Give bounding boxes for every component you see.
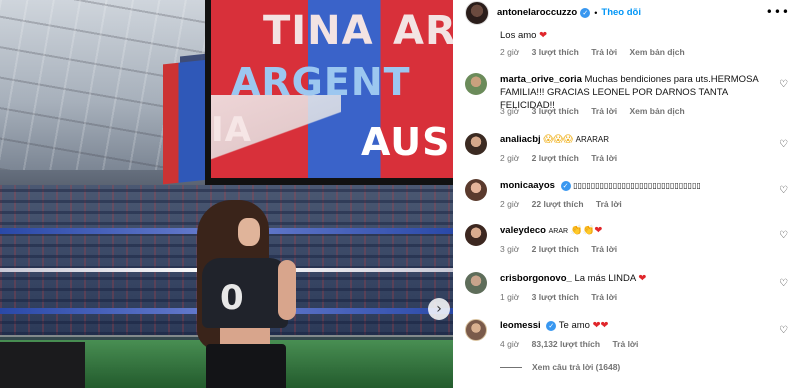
scoreboard-screen: TINA ARG ARGENT IA AUS (211, 0, 453, 178)
verified-icon: ✓ (560, 181, 571, 191)
avatar[interactable] (465, 0, 489, 25)
view-replies-button[interactable]: Xem câu trả lời (1648) (500, 362, 620, 372)
scoreboard-text: ARGENT (231, 60, 411, 104)
skirt (206, 344, 286, 388)
scoreboard: TINA ARG ARGENT IA AUS (205, 0, 453, 185)
heart-emoji: ❤❤ (592, 320, 609, 331)
comment-text: Te amo (558, 320, 590, 331)
follow-button[interactable]: Theo dõi (601, 7, 641, 18)
comments-panel: antonelaroccuzzo ✓ • Theo dõi ••• Los am… (453, 0, 800, 388)
comment-text: ARAR (548, 228, 569, 235)
jersey-number: 0 (220, 278, 244, 318)
like-heart-icon[interactable]: ♡ (779, 185, 788, 196)
comment-meta: 3 giờ 3 lượt thích Trả lời Xem bản dịch (500, 106, 695, 116)
scoreboard-text: IA (211, 110, 252, 150)
likes-count[interactable]: 83,132 lượt thích (532, 339, 600, 349)
emoji: 👏👏❤ (570, 225, 603, 236)
likes-count[interactable]: 3 lượt thích (532, 292, 579, 302)
comment-time: 3 giờ (500, 244, 520, 254)
comment-meta: 2 giờ 3 lượt thích Trả lời Xem bản dịch (500, 47, 695, 57)
reply-button[interactable]: Trả lời (591, 47, 617, 57)
comment-username[interactable]: leomessi (500, 320, 541, 331)
likes-count[interactable]: 2 lượt thích (532, 244, 579, 254)
comment-text: Los amo (500, 30, 537, 41)
avatar[interactable] (465, 133, 487, 155)
heart-emoji: ❤ (638, 273, 647, 284)
comment-body: valeydeco ARAR 👏👏❤ (500, 224, 765, 238)
comment-body: analiacbj 😱😱😱 ARARAR (500, 133, 765, 146)
reply-button[interactable]: Trả lời (591, 153, 617, 163)
comment-text: ▯▯▯▯▯▯▯▯▯▯▯▯▯▯▯▯▯▯▯▯▯▯▯▯▯▯▯▯▯ (573, 181, 701, 190)
scoreboard-text: AUS (361, 120, 451, 164)
avatar[interactable] (465, 179, 487, 201)
emoji: 😱😱😱 (543, 134, 574, 145)
comment-meta: 3 giờ 2 lượt thích Trả lời (500, 244, 627, 254)
comment-body: leomessi ✓ Te amo ❤❤ (500, 319, 765, 332)
like-heart-icon[interactable]: ♡ (779, 278, 788, 289)
like-heart-icon[interactable]: ♡ (779, 230, 788, 241)
like-heart-icon[interactable]: ♡ (779, 325, 788, 336)
more-options-icon[interactable]: ••• (766, 5, 790, 19)
comment-body: crisborgonovo_ La más LINDA ❤ (500, 272, 765, 285)
likes-count[interactable]: 3 lượt thích (532, 47, 579, 57)
comment-meta: 4 giờ 83,132 lượt thích Trả lời (500, 339, 648, 349)
verified-icon: ✓ (546, 321, 557, 331)
verified-icon: ✓ (580, 7, 591, 18)
avatar[interactable] (465, 272, 487, 294)
comment-username[interactable]: valeydeco (500, 225, 546, 236)
reply-button[interactable]: Trả lời (612, 339, 638, 349)
comment-username[interactable]: analiacbj (500, 134, 541, 145)
likes-count[interactable]: 2 lượt thích (532, 153, 579, 163)
post-author[interactable]: antonelaroccuzzo (497, 7, 577, 18)
reply-button[interactable]: Trả lời (596, 199, 622, 209)
scoreboard-text: ARG (393, 8, 453, 54)
comment-meta: 1 giờ 3 lượt thích Trả lời (500, 292, 627, 302)
divider (500, 367, 522, 369)
comment-time: 1 giờ (500, 292, 520, 302)
like-heart-icon[interactable]: ♡ (779, 79, 788, 90)
waist (220, 328, 270, 344)
translate-button[interactable]: Xem bản dịch (629, 106, 684, 116)
comment-time: 2 giờ (500, 153, 520, 163)
scoreboard-text: TINA (263, 8, 374, 54)
reply-button[interactable]: Trả lời (591, 292, 617, 302)
separator-dot: • (594, 7, 598, 18)
jersey (202, 258, 288, 328)
comment-body: monicaayos ✓ ▯▯▯▯▯▯▯▯▯▯▯▯▯▯▯▯▯▯▯▯▯▯▯▯▯▯▯… (500, 179, 765, 192)
avatar[interactable] (465, 224, 487, 246)
heart-emoji: ❤ (539, 30, 548, 41)
reply-button[interactable]: Trả lời (591, 244, 617, 254)
person-figure: 0 (192, 200, 302, 388)
comment-meta: 2 giờ 22 lượt thích Trả lời (500, 199, 632, 209)
desk (0, 342, 85, 388)
avatar[interactable] (465, 319, 487, 341)
comment-time: 2 giờ (500, 47, 520, 57)
translate-button[interactable]: Xem bản dịch (629, 47, 684, 57)
comment-time: 3 giờ (500, 106, 520, 116)
chevron-right-icon: › (436, 301, 442, 317)
arm (278, 260, 296, 320)
post-photo: TINA ARG ARGENT IA AUS 0 › (0, 0, 453, 388)
comment-username[interactable]: crisborgonovo_ (500, 273, 572, 284)
side-banner (163, 59, 208, 185)
view-replies-label: Xem câu trả lời (1648) (532, 362, 621, 372)
reply-button[interactable]: Trả lời (591, 106, 617, 116)
comment-body: Los amo ❤ (500, 29, 765, 42)
comment-meta: 2 giờ 2 lượt thích Trả lời (500, 153, 627, 163)
likes-count[interactable]: 22 lượt thích (532, 199, 584, 209)
like-heart-icon[interactable]: ♡ (779, 139, 788, 150)
next-photo-button[interactable]: › (428, 298, 450, 320)
likes-count[interactable]: 3 lượt thích (532, 106, 579, 116)
comment-text: ARARAR (575, 135, 610, 144)
comment-time: 2 giờ (500, 199, 520, 209)
comment-username[interactable]: monicaayos (500, 180, 555, 191)
post-header: antonelaroccuzzo ✓ • Theo dõi ••• (453, 0, 800, 25)
face (238, 218, 260, 246)
comment-text: La más LINDA (574, 273, 636, 284)
comment-time: 4 giờ (500, 339, 520, 349)
avatar[interactable] (465, 73, 487, 95)
comment-username[interactable]: marta_orive_coria (500, 74, 582, 85)
